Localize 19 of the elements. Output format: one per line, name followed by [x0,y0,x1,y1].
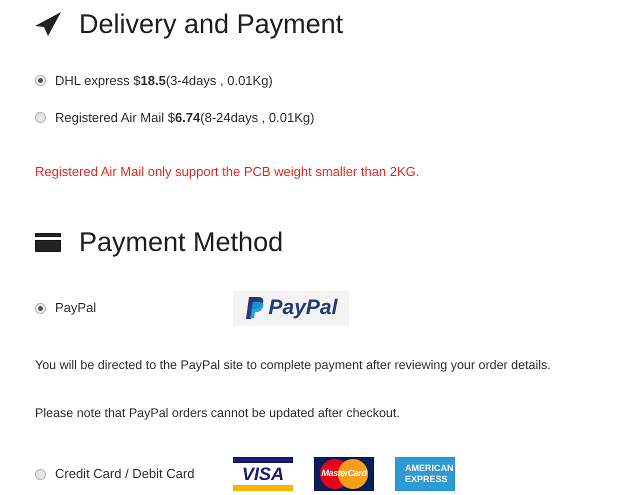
paypal-logo: PayPal [233,290,349,326]
paypal-p-icon [244,296,265,320]
shipping-option-label: Registered Air Mail $6.74(8-24days , 0.01Kg) [55,108,314,127]
warning-text: Registered Air Mail only support the PCB weight smaller than 2KG. [35,163,420,181]
radio-button[interactable] [35,302,46,314]
radio-button[interactable] [35,75,46,86]
section-title: Payment Method [79,226,284,260]
payment-option-label: Credit Card / Debit Card [55,465,194,484]
shipping-option-label: DHL express $18.5(3-4days , 0.01Kg) [55,72,273,90]
radio-button[interactable] [35,468,46,480]
info-text: You will be directed to the PayPal site to complete payment after reviewing your order details. [35,356,552,374]
paper-plane-icon [35,12,61,36]
amex-logo: AMERICAN EXPRESS [395,457,455,491]
radio-button[interactable] [35,112,46,123]
payment-option-label: PayPal [55,299,96,318]
info-text: Please note that PayPal orders cannot be updated after checkout. [35,405,401,422]
section-title: Delivery and Payment [79,8,344,41]
visa-logo: VISA [233,457,293,491]
credit-card-icon [35,233,61,252]
